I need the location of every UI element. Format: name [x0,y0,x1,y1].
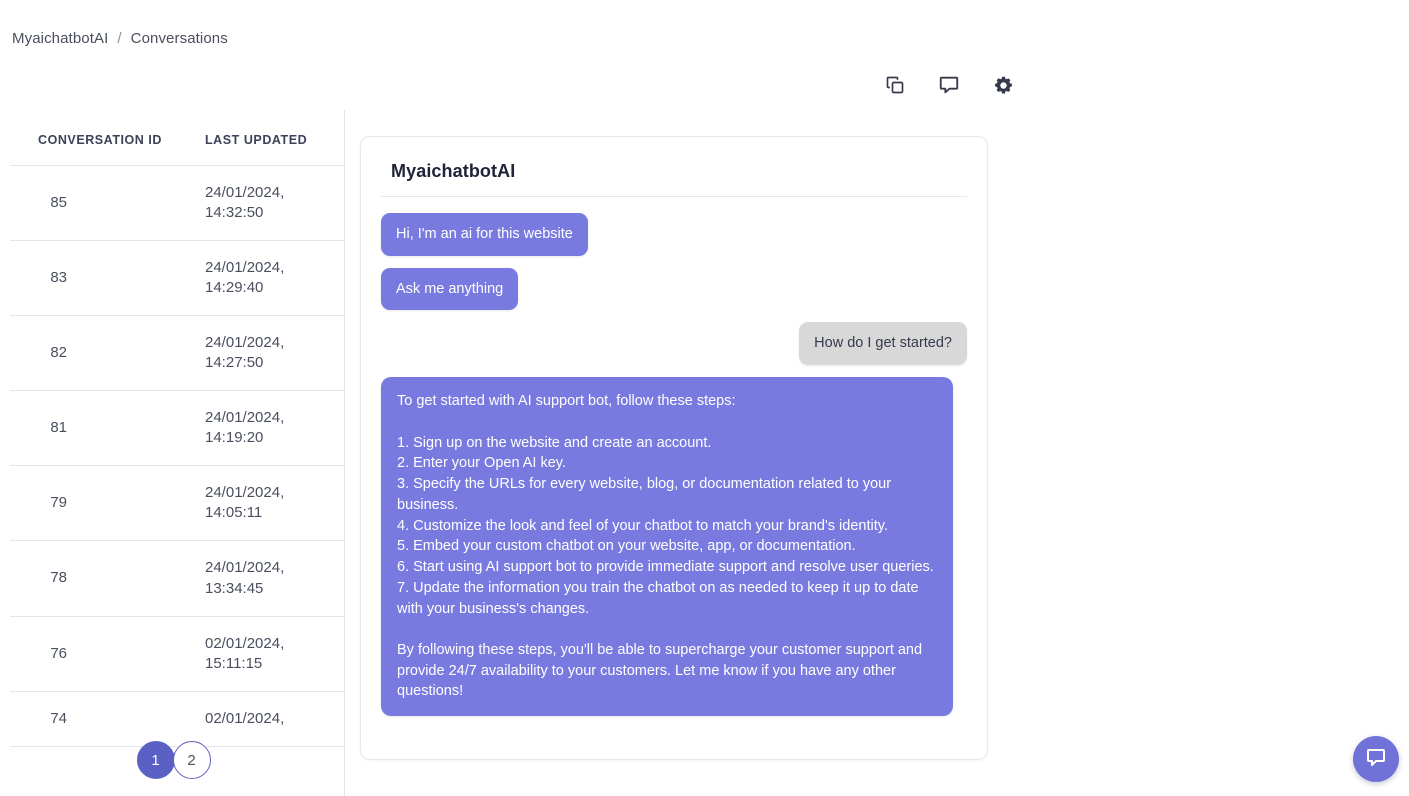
conversations-table: CONVERSATION ID LAST UPDATED 85 24/01/20… [10,110,344,747]
pagination-page-2[interactable]: 2 [172,741,211,779]
cell-conversation-id: 76 [10,616,195,692]
cell-last-updated: 24/01/2024, 13:34:45 [195,540,344,617]
pagination: 1 2 [0,741,345,779]
message-bubble: Hi, I'm an ai for this website [381,213,588,256]
chat-message-bot: Hi, I'm an ai for this website [381,213,588,256]
cell-last-updated: 24/01/2024, 14:19:20 [195,390,344,467]
chat-message-bot: To get started with AI support bot, foll… [381,377,953,717]
message-bubble: How do I get started? [799,322,967,366]
chat-panel: MyaichatbotAI Hi, I'm an ai for this web… [360,136,988,760]
breadcrumb-current[interactable]: Conversations [131,30,228,47]
table-row[interactable]: 76 02/01/2024, 15:11:15 [10,616,344,692]
chat-button[interactable] [934,70,964,100]
cell-conversation-id: 79 [10,465,195,542]
chat-message-user: How do I get started? [799,322,967,366]
column-header-last-updated[interactable]: LAST UPDATED [195,110,344,166]
table-row[interactable]: 79 24/01/2024, 14:05:11 [10,465,344,542]
cell-conversation-id: 85 [10,165,195,241]
table-row[interactable]: 83 24/01/2024, 14:29:40 [10,240,344,316]
table-row[interactable]: 85 24/01/2024, 14:32:50 [10,165,344,241]
cell-last-updated: 02/01/2024, 15:11:15 [195,616,344,692]
settings-button[interactable] [988,70,1018,100]
cell-last-updated: 02/01/2024, [195,691,344,747]
table-row[interactable]: 81 24/01/2024, 14:19:20 [10,390,344,467]
copy-button[interactable] [880,70,910,100]
chat-title: MyaichatbotAI [391,161,516,181]
breadcrumb-separator: / [117,30,122,47]
message-bubble: Ask me anything [381,267,519,311]
chat-bubble-icon [938,74,960,96]
cell-conversation-id: 81 [10,390,195,467]
chat-widget-button[interactable] [1353,736,1399,782]
table-row[interactable]: 78 24/01/2024, 13:34:45 [10,540,344,617]
column-header-conversation-id[interactable]: CONVERSATION ID [10,110,195,166]
toolbar [880,70,1018,100]
pagination-page-1[interactable]: 1 [136,741,175,779]
message-bubble: To get started with AI support bot, foll… [381,377,953,717]
chat-widget-icon [1364,746,1388,773]
table-header-row: CONVERSATION ID LAST UPDATED [10,110,344,166]
cell-conversation-id: 74 [10,691,195,747]
copy-icon [885,75,905,95]
cell-conversation-id: 83 [10,240,195,316]
cell-last-updated: 24/01/2024, 14:27:50 [195,315,344,392]
table-body: 85 24/01/2024, 14:32:50 83 24/01/2024, 1… [10,165,344,747]
conversations-panel: CONVERSATION ID LAST UPDATED 85 24/01/20… [0,110,345,796]
app-root: MyaichatbotAI / Conversations CONVERSATI… [0,0,1409,796]
cell-conversation-id: 78 [10,540,195,617]
cell-conversation-id: 82 [10,315,195,392]
breadcrumb-root[interactable]: MyaichatbotAI [12,30,108,47]
cell-last-updated: 24/01/2024, 14:05:11 [195,465,344,542]
chat-divider [381,196,967,197]
breadcrumb: MyaichatbotAI / Conversations [12,30,228,47]
cell-last-updated: 24/01/2024, 14:32:50 [195,165,344,241]
gear-icon [993,75,1014,96]
chat-messages: Hi, I'm an ai for this website Ask me an… [381,213,967,717]
table-row[interactable]: 74 02/01/2024, [10,691,344,747]
cell-last-updated: 24/01/2024, 14:29:40 [195,240,344,316]
chat-message-bot: Ask me anything [381,267,519,311]
table-row[interactable]: 82 24/01/2024, 14:27:50 [10,315,344,392]
